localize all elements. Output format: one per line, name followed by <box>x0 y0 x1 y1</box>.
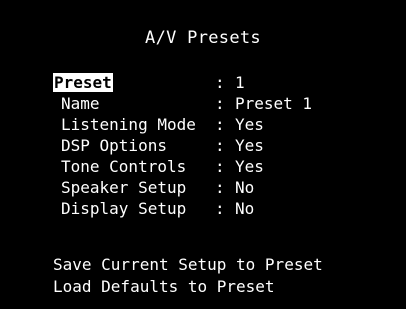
display-setup-label: Display Setup <box>61 198 187 218</box>
menu-item-display-setup[interactable]: Display Setup : No <box>53 198 375 219</box>
menu-item-speaker-setup[interactable]: Speaker Setup : No <box>53 177 375 198</box>
menu-item-name[interactable]: Name : Preset 1 <box>53 93 375 114</box>
separator: : <box>215 198 225 218</box>
preset-settings-menu: Preset : 1 Name : Preset 1 Listening Mod… <box>53 72 375 219</box>
separator: : <box>215 156 225 176</box>
speaker-setup-value: No <box>235 177 255 197</box>
separator: : <box>215 72 225 92</box>
display-setup-value: No <box>235 198 255 218</box>
save-current-setup-action[interactable]: Save Current Setup to Preset <box>53 255 323 277</box>
dsp-options-value: Yes <box>235 135 264 155</box>
tone-controls-label: Tone Controls <box>61 156 187 176</box>
page-title: A/V Presets <box>145 28 261 48</box>
speaker-setup-label: Speaker Setup <box>61 177 187 197</box>
listening-mode-label: Listening Mode <box>61 114 196 134</box>
preset-value: 1 <box>235 72 245 92</box>
separator: : <box>215 114 225 134</box>
menu-item-preset[interactable]: Preset : 1 <box>53 72 375 93</box>
menu-item-dsp-options[interactable]: DSP Options : Yes <box>53 135 375 156</box>
preset-label: Preset <box>53 72 113 92</box>
menu-item-listening-mode[interactable]: Listening Mode : Yes <box>53 114 375 135</box>
name-value: Preset 1 <box>235 93 313 113</box>
osd-screen: A/V Presets Preset : 1 Name : Preset 1 L… <box>0 0 406 309</box>
menu-item-tone-controls[interactable]: Tone Controls : Yes <box>53 156 375 177</box>
name-label: Name <box>61 93 100 113</box>
load-defaults-action[interactable]: Load Defaults to Preset <box>53 277 323 299</box>
preset-actions: Save Current Setup to Preset Load Defaul… <box>53 255 323 299</box>
separator: : <box>215 135 225 155</box>
separator: : <box>215 93 225 113</box>
tone-controls-value: Yes <box>235 156 264 176</box>
separator: : <box>215 177 225 197</box>
listening-mode-value: Yes <box>235 114 264 134</box>
dsp-options-label: DSP Options <box>61 135 167 155</box>
